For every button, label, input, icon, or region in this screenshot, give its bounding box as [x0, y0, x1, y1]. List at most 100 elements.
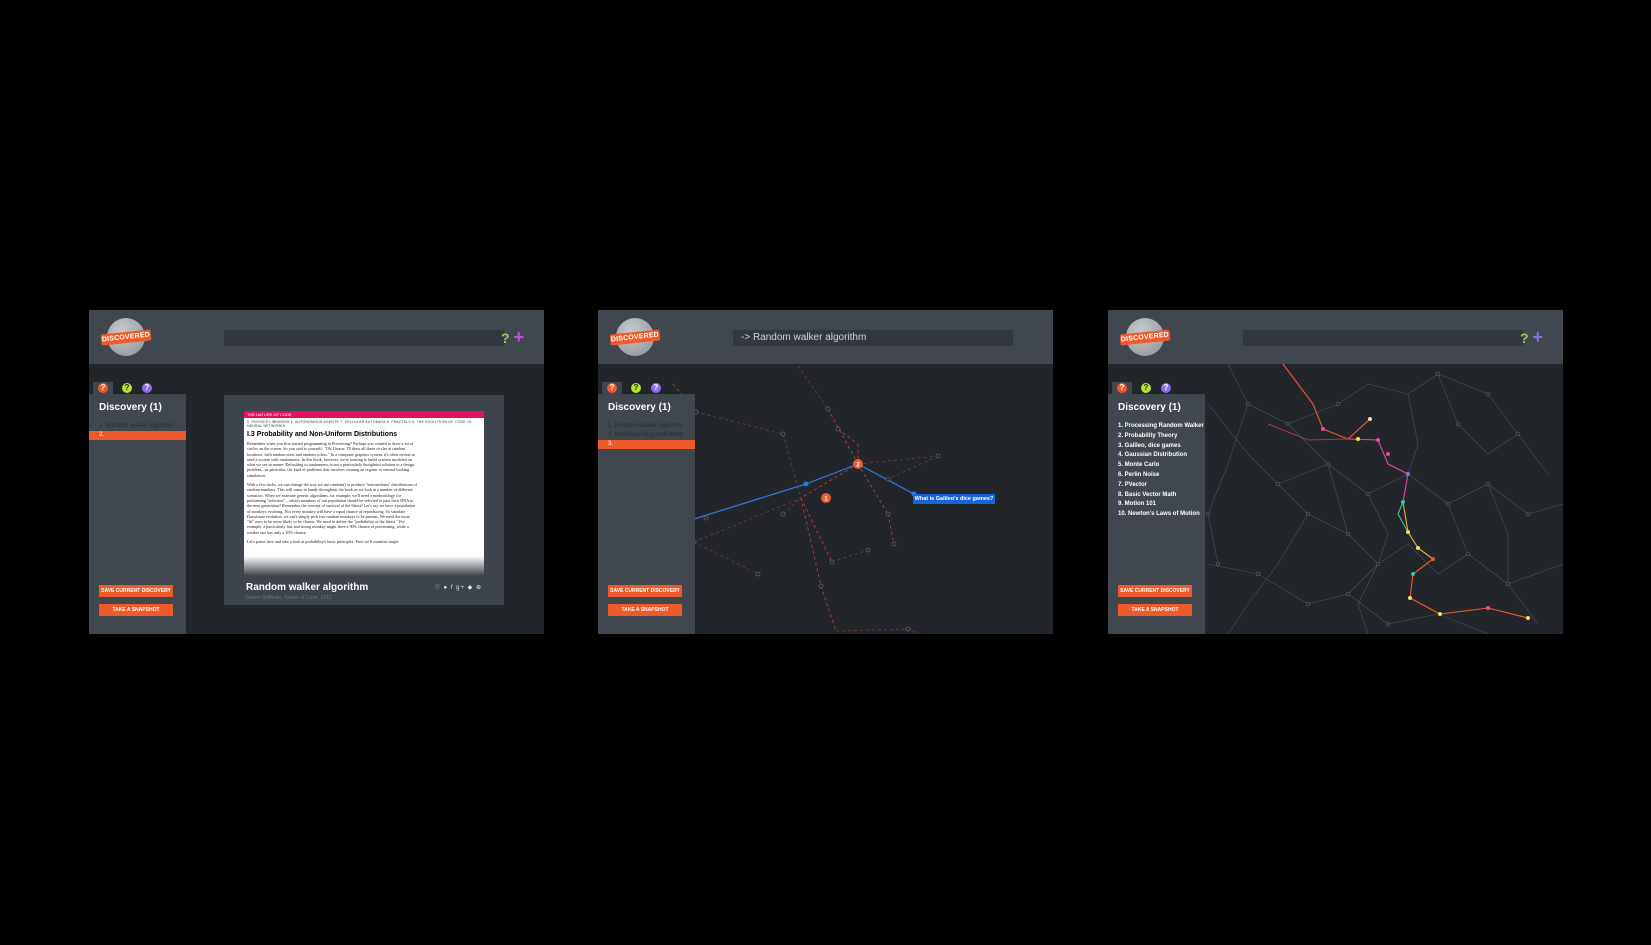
list-item[interactable]: 2. Understanding probability — [598, 431, 695, 440]
map-node — [1485, 481, 1491, 487]
tab-purple[interactable]: ? — [137, 382, 157, 394]
tab-purple[interactable]: ? — [646, 382, 666, 394]
list-item[interactable]: 8. Basic Vector Math — [1108, 491, 1205, 501]
search-input[interactable] — [224, 330, 504, 346]
snapshot-button[interactable]: TAKE A SNAPSHOT — [99, 604, 173, 616]
list-item[interactable]: 2. — [89, 431, 186, 440]
map-node-active — [1438, 612, 1442, 616]
map-node-active — [1411, 572, 1415, 576]
snapshot-button[interactable]: TAKE A SNAPSHOT — [1118, 604, 1192, 616]
map-node-active — [1401, 500, 1405, 504]
list-item[interactable]: 3. — [598, 440, 695, 449]
graph-node — [885, 511, 891, 517]
map-node — [1435, 371, 1441, 377]
orange-help-icon: ? — [98, 383, 108, 393]
app-header: DISCOVERED ? + — [89, 310, 544, 364]
tab-green[interactable]: ? — [1136, 382, 1156, 394]
map-node-active — [1406, 472, 1410, 476]
discovered-logo[interactable]: DISCOVERED — [1119, 318, 1171, 356]
question-icon[interactable]: ? — [1520, 330, 1529, 346]
list-item[interactable]: 1. Random walker algorithm — [89, 422, 186, 431]
list-item[interactable]: 7. PVector — [1108, 481, 1205, 491]
discovery-list: 1. Random walker algorithm 2. Understand… — [598, 422, 695, 449]
map-node-active — [1486, 606, 1490, 610]
map-node — [1275, 481, 1281, 487]
map-edge — [1407, 393, 1419, 475]
doc-paragraph: Remember when you first started programm… — [247, 441, 415, 478]
sidebar-tabs: ? ? ? — [598, 382, 698, 394]
resource-card[interactable]: THE NATURE OF CODE 0. PHYSICS LIBRARIES … — [224, 395, 504, 605]
plus-icon[interactable]: + — [1532, 327, 1543, 347]
graph-edge — [693, 541, 759, 575]
graph-edge-active — [805, 463, 859, 485]
graph-edge — [800, 497, 833, 563]
map-edge — [1207, 563, 1489, 634]
list-item[interactable]: 9. Motion 101 — [1108, 500, 1205, 510]
map-node — [1365, 491, 1371, 497]
list-item[interactable]: 1. Random walker algorithm — [598, 422, 695, 431]
graph-node — [885, 476, 891, 482]
graph-edge — [797, 365, 829, 410]
list-item[interactable]: 4. Gaussian Distribution — [1108, 451, 1205, 461]
doc-title-bar: THE NATURE OF CODE — [244, 411, 484, 418]
tab-purple[interactable]: ? — [1156, 382, 1176, 394]
header-actions: ? + — [501, 328, 524, 347]
path-edge — [1267, 423, 1349, 441]
map-node — [1455, 421, 1461, 427]
graph-node — [703, 515, 709, 521]
path-edge — [1347, 438, 1409, 503]
discovery-title: Discovery (1) — [608, 402, 671, 413]
tab-green[interactable]: ? — [626, 382, 646, 394]
node-tooltip[interactable]: What is Galileo's dice games? — [913, 494, 995, 504]
save-discovery-button[interactable]: SAVE CURRENT DISCOVERY — [1118, 585, 1192, 597]
map-node-active — [1406, 530, 1410, 534]
map-node — [1325, 461, 1331, 467]
map-node-active — [1431, 557, 1435, 561]
graph-node — [780, 431, 786, 437]
tab-orange[interactable]: ? — [1112, 382, 1132, 394]
list-item[interactable]: 6. Perlin Noise — [1108, 471, 1205, 481]
graph-edge — [820, 585, 837, 632]
path-edge — [1397, 501, 1409, 533]
plus-icon[interactable]: + — [513, 327, 524, 347]
tab-orange[interactable]: ? — [602, 382, 622, 394]
tab-green[interactable]: ? — [117, 382, 137, 394]
map-node — [1245, 401, 1251, 407]
purple-help-icon: ? — [142, 383, 152, 393]
discovered-logo[interactable]: DISCOVERED — [609, 318, 661, 356]
map-node — [1345, 591, 1351, 597]
list-item[interactable]: 10. Newton's Laws of Motion — [1108, 510, 1205, 520]
map-edge — [1207, 403, 1309, 634]
header-actions: ? + — [1520, 328, 1543, 347]
path-edge — [1409, 558, 1529, 619]
map-edge — [1277, 463, 1563, 515]
map-node — [1385, 621, 1391, 627]
search-input[interactable]: -> Random walker algorithm — [733, 330, 1013, 346]
map-node — [1505, 581, 1511, 587]
save-discovery-button[interactable]: SAVE CURRENT DISCOVERY — [608, 585, 682, 597]
screen-graph-exploration: 2 1 What is Galileo's dice games? DISCOV… — [598, 310, 1053, 634]
graph-edge — [782, 497, 802, 515]
list-item[interactable]: 3. Galileo, dice games — [1108, 442, 1205, 452]
graph-node — [891, 541, 897, 547]
map-node — [1305, 511, 1311, 517]
graph-node — [935, 453, 941, 459]
save-discovery-button[interactable]: SAVE CURRENT DISCOVERY — [99, 585, 173, 597]
list-item[interactable]: 1. Processing Random Walker — [1108, 422, 1205, 432]
list-item[interactable]: 2. Probability Theory — [1108, 432, 1205, 442]
snapshot-button[interactable]: TAKE A SNAPSHOT — [608, 604, 682, 616]
search-input[interactable] — [1243, 330, 1523, 346]
map-node — [1255, 571, 1261, 577]
share-icons[interactable]: ♡ ● f g+ ◆ ⊕ — [435, 584, 483, 591]
green-help-icon: ? — [122, 383, 132, 393]
discovered-logo[interactable]: DISCOVERED — [100, 318, 152, 356]
graph-node — [818, 583, 824, 589]
screen-document-view: DISCOVERED ? + ? ? ? Discovery (1) 1. Ra… — [89, 310, 544, 634]
question-icon[interactable]: ? — [501, 330, 510, 346]
tab-orange[interactable]: ? — [93, 382, 113, 394]
list-item[interactable]: 5. Monte Carlo — [1108, 461, 1205, 471]
logo-text: DISCOVERED — [609, 329, 661, 346]
map-node — [1485, 391, 1491, 397]
map-node-active — [1321, 427, 1325, 431]
map-node-active — [1386, 452, 1390, 456]
